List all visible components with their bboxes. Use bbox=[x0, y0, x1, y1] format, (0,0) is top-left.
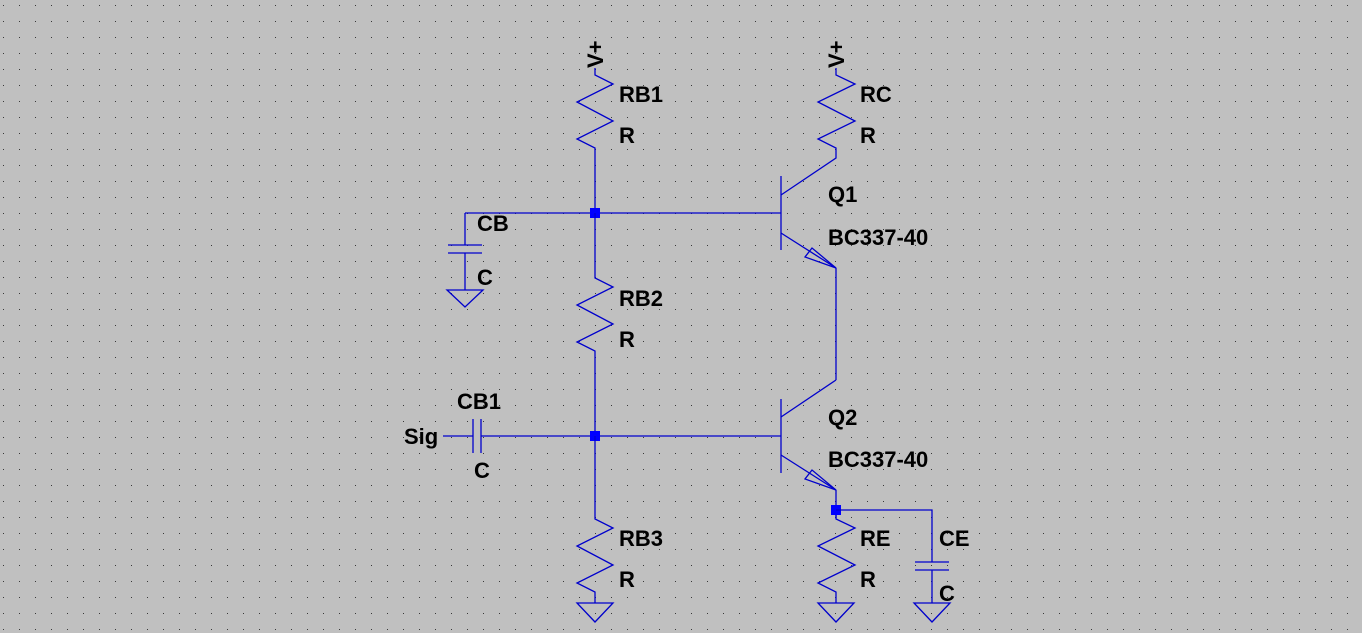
supply-vplus-right[interactable]: V+ bbox=[824, 40, 849, 68]
q1-name: Q1 bbox=[828, 182, 857, 207]
q1-model[interactable]: BC337-40 bbox=[828, 225, 928, 250]
cb1-value[interactable]: C bbox=[474, 458, 490, 483]
supply-vplus-left[interactable]: V+ bbox=[583, 40, 608, 68]
rc-name: RC bbox=[860, 82, 892, 107]
cb1-name: CB1 bbox=[457, 389, 501, 414]
cb-value[interactable]: C bbox=[477, 265, 493, 290]
net-label-sig[interactable]: Sig bbox=[404, 424, 438, 449]
grid-dots bbox=[0, 0, 1362, 633]
ce-value[interactable]: C bbox=[939, 581, 955, 606]
q2-model[interactable]: BC337-40 bbox=[828, 447, 928, 472]
schematic-canvas[interactable]: V+ V+ RB1 R RC R Q1 BC337-40 CB C RB2 R … bbox=[0, 0, 1362, 633]
q2-name: Q2 bbox=[828, 405, 857, 430]
rb2-value[interactable]: R bbox=[619, 327, 635, 352]
cb-name: CB bbox=[477, 211, 509, 236]
rb3-name: RB3 bbox=[619, 526, 663, 551]
ce-name: CE bbox=[939, 526, 970, 551]
rb2-name: RB2 bbox=[619, 286, 663, 311]
re-value[interactable]: R bbox=[860, 567, 876, 592]
re-name: RE bbox=[860, 526, 891, 551]
rc-value[interactable]: R bbox=[860, 123, 876, 148]
rb1-value[interactable]: R bbox=[619, 123, 635, 148]
rb1-name: RB1 bbox=[619, 82, 663, 107]
rb3-value[interactable]: R bbox=[619, 567, 635, 592]
